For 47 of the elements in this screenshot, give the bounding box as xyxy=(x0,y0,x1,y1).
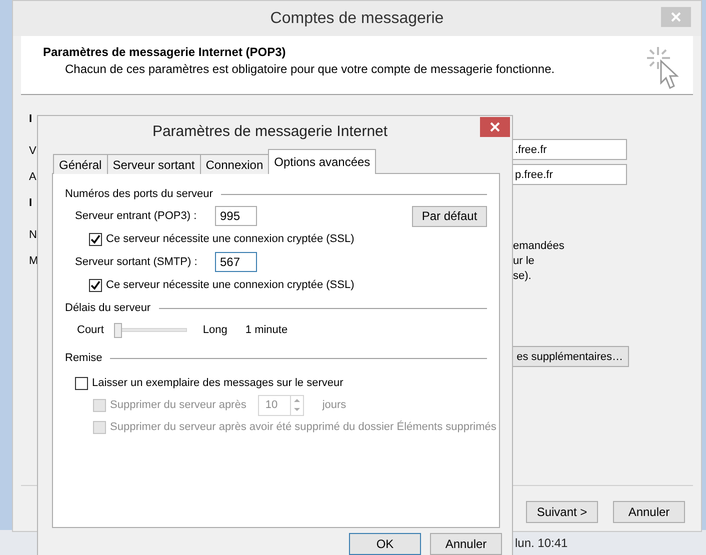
dialog-title: Paramètres de messagerie Internet xyxy=(152,122,388,140)
clock-text: lun. 10:41 xyxy=(515,536,568,550)
field-label: N xyxy=(29,229,37,242)
slider-min-label: Court xyxy=(77,324,104,336)
tab[interactable]: Serveur sortant xyxy=(106,154,201,174)
section-title: Numéros des ports du serveur xyxy=(65,188,213,200)
port-label: Serveur entrant (POP3) : xyxy=(75,210,198,222)
wizard-button[interactable]: Annuler xyxy=(613,501,685,523)
port-input[interactable]: 995 xyxy=(215,206,257,226)
checkmark-icon xyxy=(90,280,101,290)
slider-max-label: Long xyxy=(202,324,228,336)
tab[interactable]: Général xyxy=(53,154,108,174)
checkbox[interactable] xyxy=(75,376,88,390)
checkbox-label: Laisser un exemplaire des messages sur le serveur xyxy=(92,377,344,389)
checkbox[interactable] xyxy=(89,278,102,292)
checkbox-label: Ce serveur nécessite une connexion cryptée (SSL) xyxy=(106,233,354,245)
port-input[interactable]: 567 xyxy=(215,252,257,272)
wizard-button[interactable]: Suivant > xyxy=(526,501,598,523)
tab[interactable]: Options avancées xyxy=(268,149,376,174)
unit-label: jours xyxy=(322,399,346,411)
note-text: emandées xyxy=(512,239,566,254)
tab[interactable]: Connexion xyxy=(200,154,270,174)
default-button[interactable]: Par défaut xyxy=(412,206,487,226)
checkbox-label: Supprimer du serveur après xyxy=(110,399,246,411)
note-text: se). xyxy=(512,269,532,284)
header-subtitle: Chacun de ces paramètres est obligatoire pour que votre compte de messagerie fonctionne. xyxy=(64,62,555,76)
timeout-reading: 1 minute xyxy=(245,324,288,336)
window-title: Comptes de messagerie xyxy=(270,10,444,28)
checkbox-label: Supprimer du serveur après avoir été supprimé du dossier Éléments supprimés xyxy=(110,421,496,433)
slider-thumb[interactable] xyxy=(114,323,122,338)
field-label: A xyxy=(29,171,36,184)
field-label: V xyxy=(29,145,36,158)
close-button[interactable] xyxy=(480,117,510,137)
note-text: ur le xyxy=(512,254,536,269)
dialog-button[interactable]: OK xyxy=(349,533,421,555)
dialog-button[interactable]: Annuler xyxy=(430,533,502,555)
header-title: Paramètres de messagerie Internet (POP3) xyxy=(43,45,287,59)
checkbox-label: Ce serveur nécessite une connexion cryptée (SSL) xyxy=(106,279,354,291)
close-icon xyxy=(671,12,681,22)
field-label: I xyxy=(29,197,32,210)
section-title: Délais du serveur xyxy=(65,302,151,314)
port-label: Serveur sortant (SMTP) : xyxy=(75,256,198,268)
field-label: I xyxy=(29,113,32,126)
checkmark-icon xyxy=(90,234,101,244)
section-title: Remise xyxy=(65,352,102,364)
checkbox[interactable] xyxy=(89,232,102,246)
close-icon xyxy=(490,122,500,132)
